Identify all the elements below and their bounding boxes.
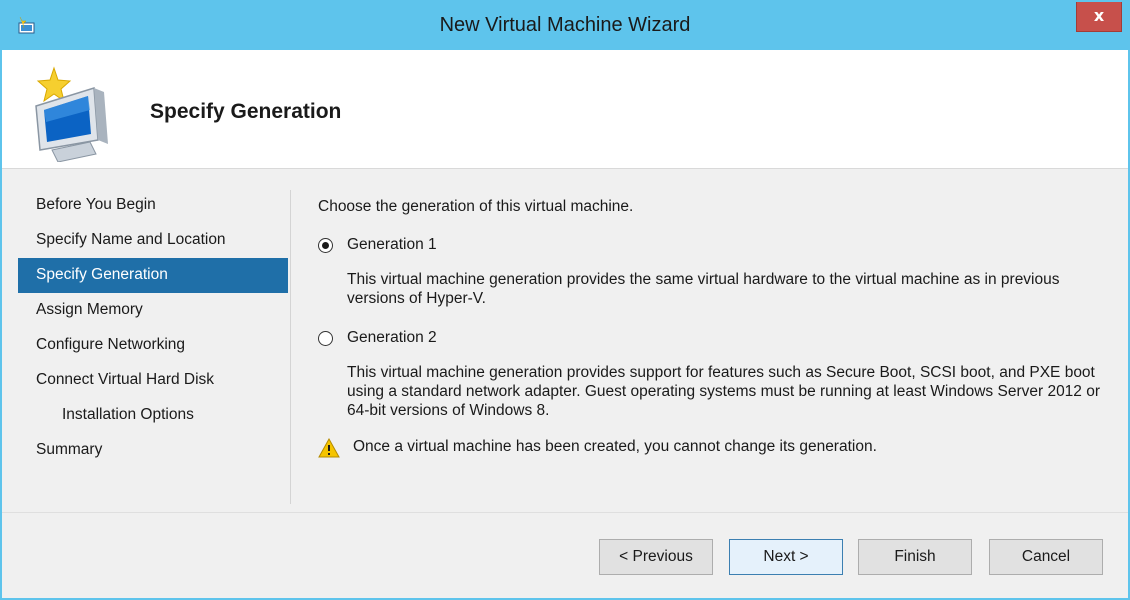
- sidebar-item-assign-memory[interactable]: Assign Memory: [18, 293, 288, 328]
- warning-icon: [318, 438, 340, 458]
- wizard-header: Specify Generation: [2, 50, 1128, 169]
- title-bar[interactable]: New Virtual Machine Wizard x: [2, 2, 1128, 50]
- sidebar-item-summary[interactable]: Summary: [18, 433, 288, 468]
- wizard-steps-sidebar: Before You Begin Specify Name and Locati…: [18, 188, 288, 468]
- footer-divider: [2, 512, 1128, 513]
- close-button[interactable]: x: [1076, 2, 1122, 32]
- generation-2-option[interactable]: Generation 2: [318, 329, 618, 351]
- sidebar-item-configure-networking[interactable]: Configure Networking: [18, 328, 288, 363]
- wizard-window: New Virtual Machine Wizard x Specify Gen…: [0, 0, 1130, 600]
- generation-2-radio[interactable]: [318, 331, 333, 346]
- warning-text: Once a virtual machine has been created,…: [353, 438, 877, 455]
- generation-1-label[interactable]: Generation 1: [347, 236, 437, 254]
- sidebar-item-specify-name-and-location[interactable]: Specify Name and Location: [18, 223, 288, 258]
- sidebar-item-before-you-begin[interactable]: Before You Begin: [18, 188, 288, 223]
- sidebar-item-connect-virtual-hard-disk[interactable]: Connect Virtual Hard Disk: [18, 363, 288, 398]
- sidebar-item-installation-options[interactable]: Installation Options: [18, 398, 288, 433]
- previous-button[interactable]: < Previous: [599, 539, 713, 575]
- generation-prompt: Choose the generation of this virtual ma…: [318, 198, 634, 215]
- sidebar-divider: [290, 190, 291, 504]
- generation-2-label[interactable]: Generation 2: [347, 329, 437, 347]
- cancel-button[interactable]: Cancel: [989, 539, 1103, 575]
- window-title: New Virtual Machine Wizard: [439, 14, 691, 36]
- generation-1-radio[interactable]: [318, 238, 333, 253]
- next-button[interactable]: Next >: [729, 539, 843, 575]
- generation-warning: Once a virtual machine has been created,…: [318, 438, 1108, 462]
- finish-button[interactable]: Finish: [858, 539, 972, 575]
- generation-1-option[interactable]: Generation 1: [318, 236, 618, 258]
- generation-2-description: This virtual machine generation provides…: [347, 364, 1101, 419]
- page-title: Specify Generation: [150, 100, 342, 123]
- generation-1-description: This virtual machine generation provides…: [347, 271, 1060, 307]
- sidebar-item-specify-generation[interactable]: Specify Generation: [18, 258, 288, 293]
- new-virtual-machine-icon: [35, 66, 108, 162]
